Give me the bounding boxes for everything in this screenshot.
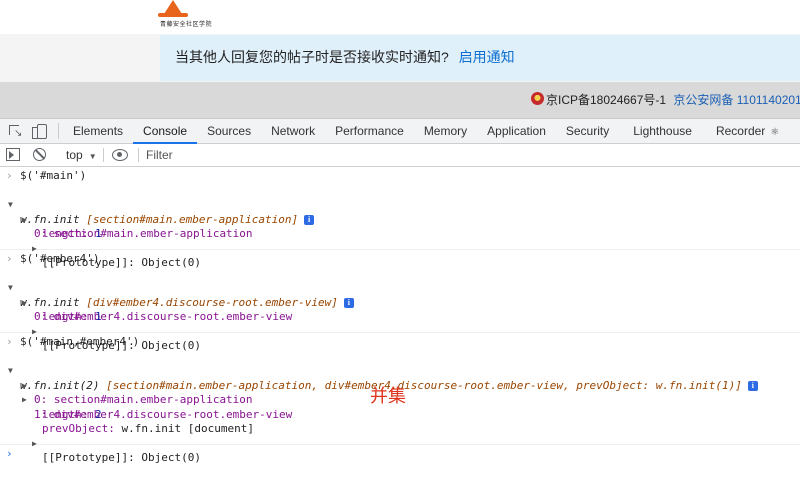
devtools-panel: ↘ Elements Console Sources Network Perfo… (0, 118, 800, 465)
inspect-element-icon[interactable]: ↘ (7, 123, 23, 139)
property-row: length: 1 (42, 310, 102, 323)
property-row[interactable]: prevObject: w.fn.init [document] (0, 408, 800, 435)
filter-input[interactable] (143, 146, 449, 163)
prompt-icon: › (6, 169, 13, 182)
tab-performance-insights[interactable]: Pe (789, 119, 800, 143)
tab-security[interactable]: Security (556, 119, 619, 143)
icp-link[interactable]: 京ICP备18024667号-1 (546, 93, 666, 107)
console-input[interactable]: $('#main') (20, 169, 86, 184)
notification-text: 当其他人回复您的帖子时是否接收实时通知? (175, 49, 449, 65)
console-toolbar: top ▼ (0, 144, 800, 167)
logo-hat-icon (164, 0, 182, 14)
tab-memory[interactable]: Memory (414, 119, 477, 143)
live-expression-eye-icon[interactable] (112, 149, 128, 161)
tab-console[interactable]: Console (133, 119, 198, 144)
result-summary[interactable]: ▼ w.fn.init [section#main.ember-applicat… (0, 184, 800, 226)
console-prompt[interactable]: › (0, 447, 800, 462)
tab-recorder[interactable]: Recorder ⚛ (706, 119, 789, 143)
site-header: 青藤安全社区学院 (0, 0, 800, 35)
logo-text: 青藤安全社区学院 (160, 22, 213, 28)
tab-application[interactable]: Application (477, 119, 556, 143)
context-selector[interactable]: top ▼ (66, 147, 97, 163)
prompt-icon: › (6, 447, 13, 460)
devtools-tabs: Elements Console Sources Network Perform… (63, 119, 800, 144)
property-row[interactable]: ▶ 0: section#main.ember-application (0, 364, 800, 407)
tab-elements[interactable]: Elements (63, 119, 133, 143)
console-entry: › $('#ember4') ▼ w.fn.init [div#ember4.di… (0, 250, 800, 353)
enable-notifications-link[interactable]: 启用通知 (459, 49, 515, 65)
prototype-row[interactable]: ▶ [[Prototype]]: Object(0) (0, 227, 800, 270)
property-row[interactable]: ▶ 0: section#main.ember-application (0, 198, 800, 241)
tab-sources[interactable]: Sources (197, 119, 261, 143)
site-logo[interactable]: 青藤安全社区学院 (150, 0, 212, 30)
device-toolbar-icon[interactable] (31, 123, 47, 139)
console-input[interactable]: $('#main,#ember4') (20, 335, 139, 350)
tab-lighthouse[interactable]: Lighthouse (619, 119, 706, 143)
prototype-row[interactable]: ▶ [[Prototype]]: Object(0) (0, 422, 800, 465)
property-row: length: 1 (42, 227, 102, 240)
chevron-down-icon: ▼ (88, 152, 97, 161)
footer-bar: 京ICP备18024667号-1 京公安网备 11011402012445 (0, 82, 800, 118)
police-record-link[interactable]: 京公安网备 11011402012445 (673, 93, 800, 107)
tab-network[interactable]: Network (261, 119, 325, 143)
prompt-icon: › (6, 335, 13, 348)
prototype-row[interactable]: ▶ [[Prototype]]: Object(0) (0, 310, 800, 353)
console-output: › $('#main') ▼ w.fn.init [section#main.em… (0, 167, 800, 465)
show-sidebar-icon[interactable] (6, 148, 20, 161)
devtools-tabbar: ↘ Elements Console Sources Network Perfo… (0, 119, 800, 144)
annotation-union: 并集 (370, 386, 406, 407)
property-row[interactable]: ▶ 0: div#ember4.discourse-root.ember-vie… (0, 281, 800, 324)
console-input[interactable]: $('#ember4') (20, 252, 99, 267)
police-badge-icon (531, 92, 544, 105)
prompt-icon: › (6, 252, 13, 265)
result-summary[interactable]: ▼ w.fn.init(2) [section#main.ember-appli… (0, 350, 800, 392)
result-summary[interactable]: ▼ w.fn.init [div#ember4.discourse-root.e… (0, 267, 800, 309)
experiment-flask-icon: ⚛ (770, 127, 780, 138)
notification-banner: 当其他人回复您的帖子时是否接收实时通知? 启用通知 (160, 35, 800, 81)
console-entry: › $('#main') ▼ w.fn.init [section#main.em… (0, 167, 800, 270)
clear-console-icon[interactable] (33, 148, 46, 161)
tab-performance[interactable]: Performance (325, 119, 414, 143)
